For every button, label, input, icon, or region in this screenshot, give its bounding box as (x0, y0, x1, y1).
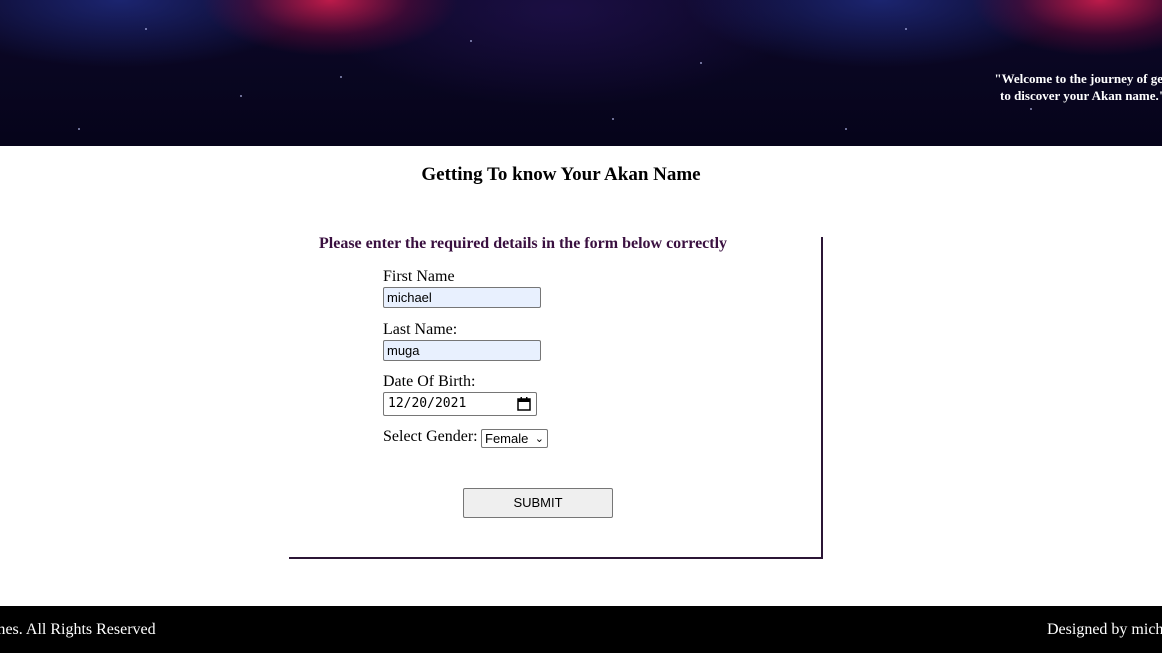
gender-selected-value: Female (485, 431, 529, 446)
star-decoration (145, 28, 147, 30)
chevron-down-icon: ⌄ (534, 433, 544, 445)
first-name-label: First Name (383, 268, 455, 285)
date-of-birth-label: Date Of Birth: (383, 373, 476, 390)
star-decoration (1030, 108, 1032, 110)
date-of-birth-input[interactable]: 12/20/2021 (383, 392, 537, 416)
star-decoration (845, 128, 847, 130)
welcome-message: "Welcome to the journey of gett to disco… (968, 70, 1162, 104)
date-of-birth-value: 12/20/2021 (388, 396, 467, 411)
gender-select[interactable]: Female ⌄ (481, 429, 548, 448)
last-name-input[interactable]: muga (383, 340, 541, 361)
header-banner: "Welcome to the journey of gett to disco… (0, 0, 1162, 146)
first-name-input[interactable]: michael (383, 287, 541, 308)
star-decoration (470, 40, 472, 42)
star-decoration (700, 62, 702, 64)
submit-button[interactable]: SUBMIT (463, 488, 613, 518)
designer-credit: Designed by mich (1047, 621, 1162, 638)
page-title: Getting To know Your Akan Name (421, 164, 701, 185)
calendar-icon[interactable] (517, 397, 531, 411)
star-decoration (78, 128, 80, 130)
footer: mes. All Rights Reserved Designed by mic… (0, 606, 1162, 653)
gender-label: Select Gender: (383, 428, 478, 445)
copyright-text: mes. All Rights Reserved (0, 621, 156, 638)
last-name-label: Last Name: (383, 321, 458, 338)
welcome-line-1: "Welcome to the journey of gett (994, 71, 1162, 86)
star-decoration (340, 76, 342, 78)
welcome-line-2: to discover your Akan name." (1000, 88, 1162, 103)
star-decoration (612, 118, 614, 120)
star-decoration (905, 28, 907, 30)
form-instructions: Please enter the required details in the… (319, 235, 728, 252)
star-decoration (240, 95, 242, 97)
